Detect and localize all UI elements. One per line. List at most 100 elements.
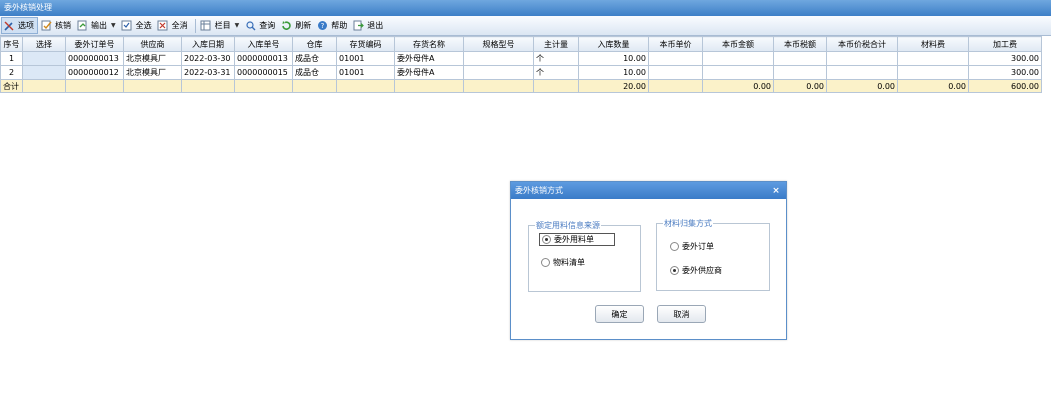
data-grid: 序号 选择 委外订单号 供应商 入库日期 入库单号 仓库 存货编码 存货名称 规…	[0, 36, 1042, 93]
column-header[interactable]: 本币金额	[702, 36, 774, 52]
search-icon	[244, 20, 256, 32]
radio-label: 委外订单	[682, 241, 714, 251]
export-icon	[76, 20, 88, 32]
column-header[interactable]: 存货编码	[336, 36, 395, 52]
columns-label: 栏目	[214, 21, 231, 30]
column-header[interactable]: 选择	[22, 36, 66, 52]
column-header[interactable]: 供应商	[123, 36, 182, 52]
window-title: 委外核销处理	[0, 0, 1051, 16]
supplier-cell: 北京模具厂	[123, 65, 182, 80]
processing-fee-cell: 300.00	[968, 51, 1042, 66]
verify-button[interactable]: 核销	[39, 17, 74, 34]
radio-selected-icon	[670, 265, 679, 275]
verify-method-dialog: 委外核销方式 × 额定用料信息来源 委外用料单 物料清单 材料归集方式 委外订单…	[510, 181, 787, 340]
toolbar-divider	[194, 18, 196, 33]
help-button[interactable]: ? 帮助	[315, 17, 350, 34]
column-header[interactable]: 本币税额	[773, 36, 827, 52]
total-tax-inclusive: 0.00	[826, 79, 898, 93]
exit-button[interactable]: 退出	[351, 17, 386, 34]
total-tax-cell	[826, 65, 898, 80]
exit-label: 退出	[367, 21, 384, 30]
table-row[interactable]: 2 0000000012 北京模具厂 2022-03-31 0000000015…	[0, 65, 1042, 80]
query-label: 查询	[259, 21, 276, 30]
total-cell	[533, 79, 579, 93]
help-icon: ?	[316, 20, 328, 32]
radio-unselected-icon	[670, 241, 679, 251]
column-header[interactable]: 入库数量	[578, 36, 649, 52]
total-row: 合计 20.00 0.00 0.00 0.00 0.00 600.00	[0, 79, 1042, 93]
item-name-cell: 委外母件A	[394, 65, 464, 80]
column-header[interactable]: 存货名称	[394, 36, 464, 52]
warehouse-cell: 成品仓	[292, 51, 337, 66]
radio-label: 委外供应商	[682, 265, 722, 275]
options-button[interactable]: 选项	[1, 17, 38, 34]
column-header[interactable]: 仓库	[292, 36, 337, 52]
item-code-cell: 01001	[336, 65, 395, 80]
chevron-down-icon[interactable]: ▼	[111, 22, 116, 29]
column-header[interactable]: 入库单号	[234, 36, 293, 52]
material-source-group: 额定用料信息来源 委外用料单 物料清单	[528, 220, 641, 292]
total-cell	[648, 79, 703, 93]
close-icon[interactable]: ×	[770, 186, 782, 196]
refresh-label: 刷新	[295, 21, 312, 30]
total-cell	[22, 79, 66, 93]
column-header[interactable]: 规格型号	[463, 36, 534, 52]
processing-fee-cell: 300.00	[968, 65, 1042, 80]
radio-outsourcing-supplier[interactable]: 委外供应商	[670, 264, 722, 276]
select-cell[interactable]	[22, 51, 66, 66]
deselect-all-label: 全消	[171, 21, 188, 30]
help-label: 帮助	[331, 21, 348, 30]
cancel-button[interactable]: 取消	[657, 305, 706, 323]
columns-button[interactable]: 栏目 ▼	[199, 17, 243, 34]
unit-price-cell	[648, 51, 703, 66]
material-collection-label: 材料归集方式	[663, 218, 713, 229]
column-header[interactable]: 主计量	[533, 36, 579, 52]
column-header[interactable]: 加工费	[968, 36, 1042, 52]
refresh-button[interactable]: 刷新	[279, 17, 314, 34]
deselect-all-button[interactable]: 全消	[156, 17, 191, 34]
verify-icon	[40, 20, 52, 32]
radio-outsourcing-order[interactable]: 委外订单	[670, 240, 714, 252]
select-cell[interactable]	[22, 65, 66, 80]
total-quantity: 20.00	[578, 79, 649, 93]
radio-bom[interactable]: 物料清单	[541, 256, 585, 268]
column-header[interactable]: 材料费	[897, 36, 969, 52]
chevron-down-icon[interactable]: ▼	[235, 22, 240, 29]
query-button[interactable]: 查询	[243, 17, 278, 34]
item-name-cell: 委外母件A	[394, 51, 464, 66]
export-button[interactable]: 输出 ▼	[75, 17, 119, 34]
total-label: 合计	[0, 79, 23, 93]
order-no-cell: 0000000013	[65, 51, 124, 66]
radio-unselected-icon	[541, 257, 550, 267]
total-amount: 0.00	[702, 79, 774, 93]
grid-header-row: 序号 选择 委外订单号 供应商 入库日期 入库单号 仓库 存货编码 存货名称 规…	[0, 36, 1042, 52]
supplier-cell: 北京模具厂	[123, 51, 182, 66]
select-all-button[interactable]: 全选	[120, 17, 155, 34]
options-label: 选项	[18, 21, 34, 30]
radio-material-list[interactable]: 委外用料单	[539, 233, 615, 246]
ok-button[interactable]: 确定	[595, 305, 644, 323]
column-header[interactable]: 入库日期	[181, 36, 235, 52]
amount-cell	[702, 51, 774, 66]
spec-cell	[463, 65, 534, 80]
svg-text:?: ?	[320, 22, 324, 30]
column-header[interactable]: 本币单价	[648, 36, 703, 52]
row-number: 1	[0, 51, 23, 66]
warehouse-cell: 成品仓	[292, 65, 337, 80]
row-number: 2	[0, 65, 23, 80]
column-header[interactable]: 委外订单号	[65, 36, 124, 52]
total-cell	[65, 79, 124, 93]
total-cell	[234, 79, 293, 93]
exit-icon	[352, 20, 364, 32]
unit-cell: 个	[533, 65, 579, 80]
radio-label: 物料清单	[553, 257, 585, 267]
total-tax: 0.00	[773, 79, 827, 93]
total-cell	[292, 79, 337, 93]
column-header[interactable]: 序号	[0, 36, 23, 52]
material-source-label: 额定用料信息来源	[535, 220, 601, 231]
total-cell	[463, 79, 534, 93]
item-code-cell: 01001	[336, 51, 395, 66]
column-header[interactable]: 本币价税合计	[826, 36, 898, 52]
material-fee-cell	[897, 51, 969, 66]
table-row[interactable]: 1 0000000013 北京模具厂 2022-03-30 0000000013…	[0, 51, 1042, 66]
